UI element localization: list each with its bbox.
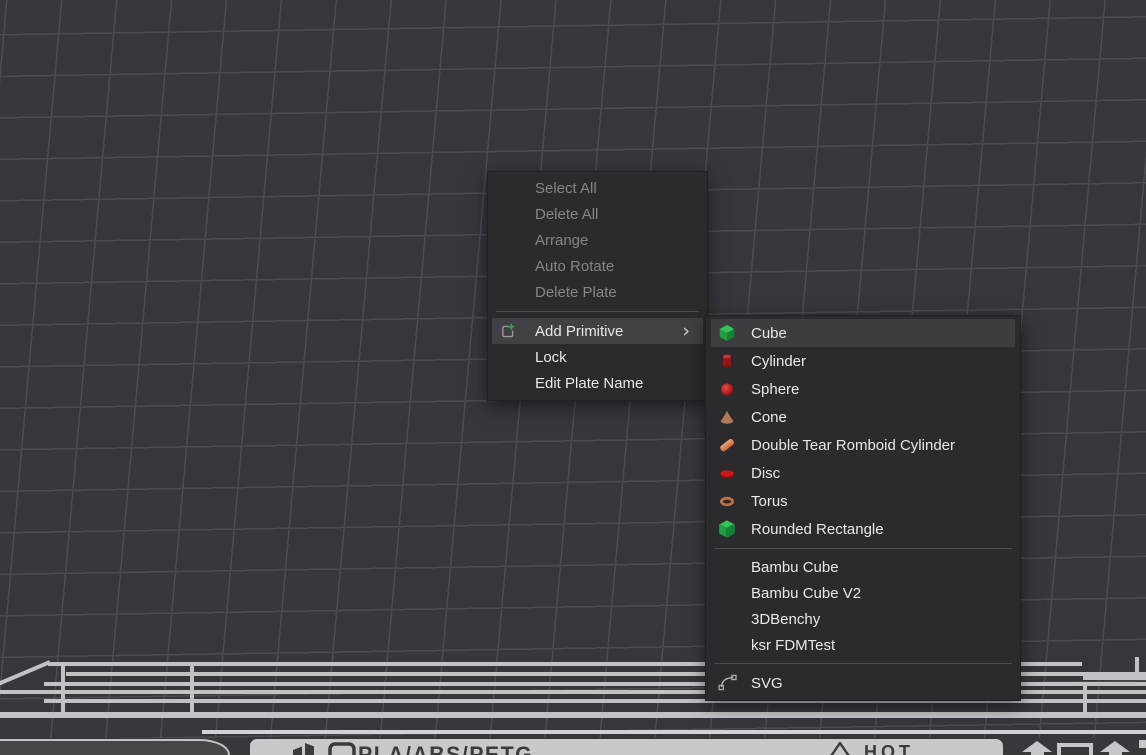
add-primitive-submenu: Cube Cylinder Sphere Cone	[705, 315, 1021, 701]
romboid-cylinder-icon	[718, 436, 736, 454]
submenu-item-ksr-fdmtest[interactable]: ksr FDMTest	[706, 632, 1020, 658]
submenu-item-cube[interactable]: Cube	[711, 319, 1015, 347]
plate-label-strip: PLA/ABS/PETG HOT	[250, 739, 1003, 755]
menu-item-add-primitive[interactable]: Add Primitive ›	[492, 318, 703, 344]
bambu-logo-icon	[293, 743, 317, 755]
plate-handle-tab	[0, 739, 230, 755]
submenu-item-label: Bambu Cube	[751, 559, 839, 576]
submenu-chevron-icon: ›	[682, 322, 703, 341]
bracket-mark-icon	[1057, 743, 1093, 755]
plate-edge-fragment	[1139, 740, 1146, 748]
menu-item-label: Arrange	[535, 232, 588, 249]
rounded-rectangle-icon	[718, 520, 736, 538]
submenu-item-bambu-cube[interactable]: Bambu Cube	[706, 554, 1020, 580]
plate-badge-icon	[328, 742, 356, 755]
sphere-icon	[718, 380, 736, 398]
up-arrow-icon	[1100, 741, 1130, 755]
bezier-curve-icon	[718, 673, 738, 692]
menu-separator	[496, 311, 699, 312]
menu-item-label: Delete All	[535, 206, 598, 223]
submenu-item-label: SVG	[751, 675, 783, 692]
plate-context-menu: Select All Delete All Arrange Auto Rotat…	[487, 171, 708, 401]
menu-item-label: Delete Plate	[535, 284, 617, 301]
submenu-item-3dbenchy[interactable]: 3DBenchy	[706, 606, 1020, 632]
menu-item-label: Add Primitive	[535, 323, 623, 340]
submenu-item-disc[interactable]: Disc	[706, 459, 1020, 487]
hot-surface-warning-icon	[822, 741, 858, 755]
cube-icon	[718, 324, 736, 342]
menu-item-label: Auto Rotate	[535, 258, 614, 275]
submenu-item-label: Cube	[751, 325, 787, 342]
submenu-item-double-tear-romboid-cylinder[interactable]: Double Tear Romboid Cylinder	[706, 431, 1020, 459]
cone-icon	[718, 408, 736, 426]
menu-item-edit-plate-name[interactable]: Edit Plate Name	[488, 370, 707, 396]
submenu-item-label: 3DBenchy	[751, 611, 820, 628]
submenu-item-label: ksr FDMTest	[751, 637, 835, 654]
menu-separator	[714, 548, 1012, 549]
menu-item-lock[interactable]: Lock	[488, 344, 707, 370]
submenu-item-label: Torus	[751, 493, 788, 510]
menu-separator	[714, 663, 1012, 664]
submenu-item-label: Bambu Cube V2	[751, 585, 861, 602]
submenu-item-label: Cylinder	[751, 353, 806, 370]
submenu-item-label: Cone	[751, 409, 787, 426]
submenu-item-label: Double Tear Romboid Cylinder	[751, 437, 955, 454]
menu-item-delete-plate: Delete Plate	[488, 279, 707, 305]
submenu-item-cylinder[interactable]: Cylinder	[706, 347, 1020, 375]
cylinder-icon	[718, 352, 736, 370]
menu-item-label: Lock	[535, 349, 567, 366]
submenu-item-svg[interactable]: SVG	[706, 669, 1020, 697]
submenu-item-label: Rounded Rectangle	[751, 521, 884, 538]
submenu-item-cone[interactable]: Cone	[706, 403, 1020, 431]
menu-item-label: Edit Plate Name	[535, 375, 643, 392]
menu-item-delete-all: Delete All	[488, 201, 707, 227]
disc-icon	[718, 464, 736, 482]
menu-item-label: Select All	[535, 180, 597, 197]
hot-warning-label: HOT	[864, 742, 914, 755]
torus-icon	[718, 492, 736, 510]
submenu-item-label: Sphere	[751, 381, 799, 398]
up-arrow-icon	[1022, 741, 1052, 755]
submenu-item-rounded-rectangle[interactable]: Rounded Rectangle	[706, 515, 1020, 543]
menu-item-auto-rotate: Auto Rotate	[488, 253, 707, 279]
plate-material-label: PLA/ABS/PETG	[358, 742, 533, 755]
add-primitive-icon	[499, 323, 516, 340]
menu-item-select-all: Select All	[488, 175, 707, 201]
submenu-item-sphere[interactable]: Sphere	[706, 375, 1020, 403]
submenu-item-bambu-cube-v2[interactable]: Bambu Cube V2	[706, 580, 1020, 606]
menu-item-arrange: Arrange	[488, 227, 707, 253]
build-plate-front-edge: PLA/ABS/PETG HOT	[0, 738, 1146, 755]
submenu-item-torus[interactable]: Torus	[706, 487, 1020, 515]
submenu-item-label: Disc	[751, 465, 780, 482]
